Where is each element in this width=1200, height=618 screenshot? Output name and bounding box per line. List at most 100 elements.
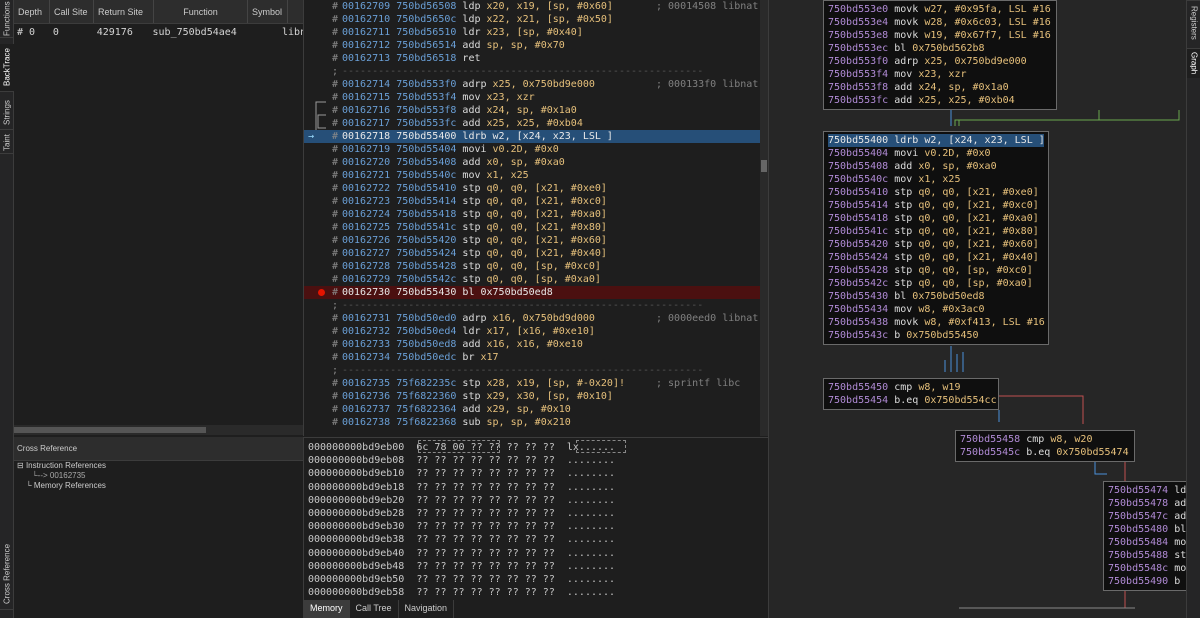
control-flow-graph[interactable]: 750bd553e0 movk w27, #0x95fa, LSL #16 750… xyxy=(768,0,1186,618)
col-call-site[interactable]: Call Site xyxy=(50,0,94,23)
breakpoint-icon[interactable] xyxy=(318,289,325,296)
tab-taint[interactable]: Taint xyxy=(0,132,14,154)
memory-row[interactable]: 000000000bd9eb38 ?? ?? ?? ?? ?? ?? ?? ??… xyxy=(308,533,615,546)
memory-ascii: ........ xyxy=(566,534,616,546)
tab-call-tree[interactable]: Call Tree xyxy=(350,600,399,618)
col-depth[interactable]: Depth xyxy=(14,0,50,23)
tab-memory[interactable]: Memory xyxy=(304,600,350,618)
disassembly-line[interactable]: ; ---------------------------------------… xyxy=(304,299,760,312)
disassembly-view[interactable]: #00162709 750bd56508 ldp x20, x19, [sp, … xyxy=(304,0,768,436)
graph-instruction: 750bd5540c mov x1, x25 xyxy=(828,173,1044,186)
disassembly-line[interactable]: #00162728 750bd55428 stp q0, q0, [sp, #0… xyxy=(304,260,760,273)
disassembly-line[interactable]: #00162716 750bd553f8 add x24, sp, #0x1a0 xyxy=(304,104,760,117)
instruction: 00162736 75f6822360 stp x29, x30, [sp, #… xyxy=(342,390,613,403)
disassembly-line[interactable]: #00162724 750bd55418 stp q0, q0, [x21, #… xyxy=(304,208,760,221)
memory-row[interactable]: 000000000bd9eb10 ?? ?? ?? ?? ?? ?? ?? ??… xyxy=(308,467,615,480)
graph-instruction: 750bd5541c stp q0, q0, [x21, #0x80] xyxy=(828,225,1044,238)
graph-block-4[interactable]: 750bd55458 cmp w8, w20 750bd5545c b.eq 0x… xyxy=(955,430,1135,462)
table-row[interactable]: # 0 0 429176 sub_750bd54ae4 libn xyxy=(14,24,303,40)
graph-mnemonic: stp xyxy=(894,252,919,263)
tab-strings[interactable]: Strings xyxy=(0,96,14,130)
disassembly-line[interactable]: #00162721 750bd5540c mov x1, x25 xyxy=(304,169,760,182)
disassembly-line[interactable]: #00162738 75f6822368 sub sp, sp, #0x210 xyxy=(304,416,760,429)
memory-row[interactable]: 000000000bd9eb28 ?? ?? ?? ?? ?? ?? ?? ??… xyxy=(308,507,615,520)
memory-row[interactable]: 000000000bd9eb08 ?? ?? ?? ?? ?? ?? ?? ??… xyxy=(308,454,615,467)
disassembly-line[interactable]: ; ---------------------------------------… xyxy=(304,65,760,78)
instruction-index: 00162713 xyxy=(342,53,397,64)
disassembly-line[interactable]: #00162729 750bd5542c stp q0, q0, [sp, #0… xyxy=(304,273,760,286)
col-function[interactable]: Function xyxy=(154,0,248,23)
disassembly-line[interactable]: #00162732 750bd50ed4 ldr x17, [x16, #0xe… xyxy=(304,325,760,338)
disassembly-line[interactable]: #00162722 750bd55410 stp q0, q0, [x21, #… xyxy=(304,182,760,195)
scrollbar-thumb[interactable] xyxy=(14,427,206,433)
tree-node-memory-references[interactable]: └ Memory References xyxy=(26,481,106,490)
memory-bytes: ?? ?? ?? ?? ?? ?? ?? ?? xyxy=(416,521,567,533)
graph-operands: w28, #0x6c03, LSL #16 xyxy=(924,17,1051,28)
graph-mnemonic: stp xyxy=(894,265,919,276)
disassembly-line[interactable]: #00162734 750bd50edc br x17 xyxy=(304,351,760,364)
tab-graph[interactable]: Graph xyxy=(1187,48,1200,78)
disassembly-line[interactable]: #00162723 750bd55414 stp q0, q0, [x21, #… xyxy=(304,195,760,208)
disassembly-line[interactable]: #00162715 750bd553f4 mov x23, xzr xyxy=(304,91,760,104)
disassembly-line[interactable]: #00162731 750bd50ed0 adrp x16, 0x750bd9d… xyxy=(304,312,760,325)
disassembly-line[interactable]: #00162736 75f6822360 stp x29, x30, [sp, … xyxy=(304,390,760,403)
disassembly-line[interactable]: #00162710 750bd5650c ldp x22, x21, [sp, … xyxy=(304,13,760,26)
disassembly-line[interactable]: #00162717 750bd553fc add x25, x25, #0xb0… xyxy=(304,117,760,130)
vertical-scrollbar[interactable] xyxy=(760,0,768,436)
disassembly-line[interactable]: #00162727 750bd55424 stp q0, q0, [x21, #… xyxy=(304,247,760,260)
disassembly-line[interactable]: #00162711 750bd56510 ldr x23, [sp, #0x40… xyxy=(304,26,760,39)
operands: x23, [sp, #0x40] xyxy=(486,27,583,38)
instruction-address: 750bd5650c xyxy=(396,14,463,25)
tab-functions[interactable]: Functions xyxy=(0,0,14,38)
instruction-index: 00162727 xyxy=(342,248,397,259)
graph-block-5[interactable]: 750bd55474 ldr 750bd55478 add 750bd5547c… xyxy=(1103,481,1186,591)
disassembly-line[interactable]: #00162735 75f682235c stp x28, x19, [sp, … xyxy=(304,377,760,390)
disassembly-line[interactable]: #00162730 750bd55430 bl 0x750bd50ed8 xyxy=(304,286,760,299)
disassembly-line[interactable]: #00162719 750bd55404 movi v0.2D, #0x0 xyxy=(304,143,760,156)
scrollbar-thumb[interactable] xyxy=(761,160,767,172)
tab-registers[interactable]: Registers xyxy=(1187,0,1200,44)
memory-row[interactable]: 000000000bd9eb20 ?? ?? ?? ?? ?? ?? ?? ??… xyxy=(308,494,615,507)
graph-block-1[interactable]: 750bd553e0 movk w27, #0x95fa, LSL #16 750… xyxy=(823,0,1057,110)
disassembly-line[interactable]: #00162713 750bd56518 ret xyxy=(304,52,760,65)
disassembly-line[interactable]: #00162725 750bd5541c stp q0, q0, [x21, #… xyxy=(304,221,760,234)
instruction: 00162714 750bd553f0 adrp x25, 0x750bd9e0… xyxy=(342,78,595,91)
memory-ascii: ........ xyxy=(566,547,616,559)
graph-block-2[interactable]: 750bd55400 ldrb w2, [x24, x23, LSL ] 750b… xyxy=(823,131,1049,345)
disassembly-line[interactable]: #00162712 750bd56514 add sp, sp, #0x70 xyxy=(304,39,760,52)
instruction-index: 00162735 xyxy=(342,378,397,389)
tree-item-reference[interactable]: └--> 00162735 xyxy=(32,471,86,480)
instruction-index: 00162729 xyxy=(342,274,397,285)
memory-panel[interactable]: 000000000bd9eb00 6c 78 00 ?? ?? ?? ?? ??… xyxy=(304,437,768,618)
graph-block-3[interactable]: 750bd55450 cmp w8, w19 750bd55454 b.eq 0x… xyxy=(823,378,999,410)
tree-node-instruction-references[interactable]: ⊟ Instruction References xyxy=(17,461,106,470)
disassembly-line[interactable]: #00162720 750bd55408 add x0, sp, #0xa0 xyxy=(304,156,760,169)
graph-address: 750bd55474 xyxy=(1108,485,1175,496)
memory-row[interactable]: 000000000bd9eb58 ?? ?? ?? ?? ?? ?? ?? ??… xyxy=(308,586,615,599)
horizontal-scrollbar[interactable] xyxy=(14,425,303,435)
col-symbol[interactable]: Symbol xyxy=(248,0,288,23)
disassembly-line[interactable]: #00162733 750bd50ed8 add x16, x16, #0xe1… xyxy=(304,338,760,351)
tab-backtrace[interactable]: BackTrace xyxy=(0,44,14,92)
memory-row[interactable]: 000000000bd9eb48 ?? ?? ?? ?? ?? ?? ?? ??… xyxy=(308,560,615,573)
memory-row[interactable]: 000000000bd9eb30 ?? ?? ?? ?? ?? ?? ?? ??… xyxy=(308,520,615,533)
disassembly-line[interactable]: #00162726 750bd55420 stp q0, q0, [x21, #… xyxy=(304,234,760,247)
disassembly-line[interactable]: #00162737 75f6822364 add x29, sp, #0x10 xyxy=(304,403,760,416)
memory-bytes: ?? ?? ?? ?? ?? ?? ?? ?? xyxy=(416,547,567,559)
instruction-address: 750bd55408 xyxy=(396,157,463,168)
disassembly-line[interactable]: → #00162718 750bd55400 ldrb w2, [x24, x23… xyxy=(304,130,760,143)
disassembly-line[interactable]: ; ---------------------------------------… xyxy=(304,364,760,377)
cross-reference-panel: Cross Reference ⊟ Instruction References… xyxy=(14,437,304,618)
instruction: 00162722 750bd55410 stp q0, q0, [x21, #0… xyxy=(342,182,607,195)
col-return-site[interactable]: Return Site xyxy=(94,0,154,23)
instruction-index: 00162737 xyxy=(342,404,397,415)
tree-expand-icon[interactable]: ⊟ xyxy=(17,461,26,470)
tab-navigation[interactable]: Navigation xyxy=(399,600,455,618)
disassembly-line[interactable]: #00162714 750bd553f0 adrp x25, 0x750bd9e… xyxy=(304,78,760,91)
memory-row[interactable]: 000000000bd9eb18 ?? ?? ?? ?? ?? ?? ?? ??… xyxy=(308,481,615,494)
disassembly-line[interactable]: #00162709 750bd56508 ldp x20, x19, [sp, … xyxy=(304,0,760,13)
tab-cross-reference[interactable]: Cross Reference xyxy=(0,538,14,610)
memory-row[interactable]: 000000000bd9eb40 ?? ?? ?? ?? ?? ?? ?? ??… xyxy=(308,547,615,560)
instruction-address: 75f682235c xyxy=(396,378,463,389)
memory-row[interactable]: 000000000bd9eb50 ?? ?? ?? ?? ?? ?? ?? ??… xyxy=(308,573,615,586)
